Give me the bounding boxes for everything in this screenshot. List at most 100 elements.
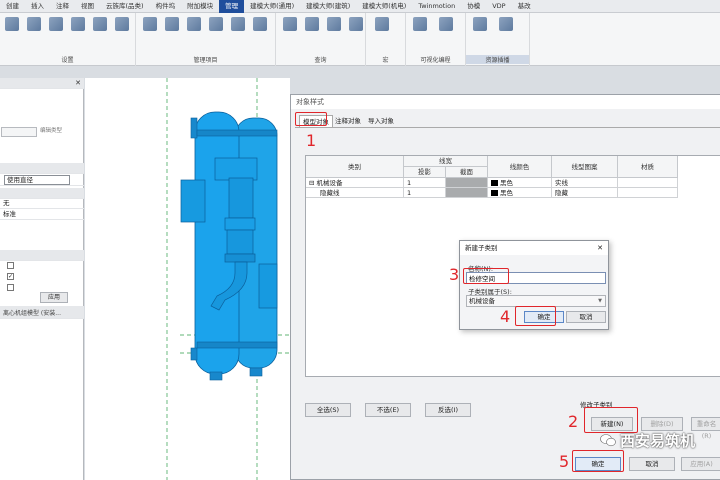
collapse-icon[interactable]: ⊟ [309,179,314,187]
tool-icon [27,17,41,31]
projection-cell[interactable]: 1 [404,188,446,198]
line-pattern-cell[interactable]: 实线 [552,178,618,188]
line-color-cell[interactable]: 黑色 [488,178,552,188]
ribbon-tab[interactable]: 构件坞 [150,0,182,13]
properties-section-header [0,250,84,261]
apply-button[interactable]: 应用(A) [681,457,720,471]
line-pattern-cell[interactable]: 隐藏 [552,188,618,198]
property-value-field[interactable]: 使用直径 [4,175,70,185]
property-checkbox[interactable] [7,284,14,291]
edit-type-button[interactable]: 编辑类型 [40,126,62,137]
select-none-button[interactable]: 不选(E) [365,403,411,417]
property-value: 标准 [3,210,16,218]
annotation-box-ok-button [572,450,624,472]
tool-icon [115,17,129,31]
ribbon-tool-button[interactable] [112,17,132,47]
invert-selection-button[interactable]: 反选(I) [425,403,471,417]
tool-icon [375,17,389,31]
ribbon-tool-button[interactable] [206,17,226,47]
ribbon-tab[interactable]: 协模 [461,0,486,13]
line-color-cell[interactable]: 黑色 [488,188,552,198]
ribbon-tab-bar: 创建 插入 注释 视图 云族库(品类) 构件坞 附加模块 管理 建模大师(通用) 建模大师(建筑)… [0,0,720,13]
step-label-2: 2 [568,412,579,431]
ribbon-tool-button[interactable] [24,17,44,47]
property-row: 标准 [0,209,84,220]
project-browser-title: 离心机组模型 (安装... [0,308,84,319]
ribbon-tab[interactable]: 管理 [219,0,245,13]
select-all-button[interactable]: 全选(S) [305,403,351,417]
property-checkbox[interactable] [7,262,14,269]
rename-subcategory-button[interactable]: 重命名(R) [691,417,720,440]
ribbon-tool-button[interactable] [496,17,516,47]
tool-icon [5,17,19,31]
tool-icon [499,17,513,31]
ribbon-group-label: 宏 [382,57,389,64]
ribbon-tool-button[interactable] [372,17,392,47]
apply-properties-button[interactable]: 应用 [40,292,68,303]
material-cell[interactable] [618,188,678,198]
ribbon-tab[interactable]: Twinmotion [412,0,461,13]
ribbon-tool-button[interactable] [162,17,182,47]
ribbon-tab[interactable]: 附加模块 [181,0,219,13]
ribbon-tool-button[interactable] [140,17,160,47]
tab-imported-objects[interactable]: 导入对象 [365,115,397,127]
ribbon-tab[interactable]: 建模大师(通用) [244,0,300,13]
tab-annotation-objects[interactable]: 注释对象 [332,115,364,127]
tool-icon [187,17,201,31]
ribbon-tool-button[interactable] [90,17,110,47]
sub-cancel-button[interactable]: 取消 [566,311,606,323]
ribbon-tool-button[interactable] [346,17,366,47]
ribbon-tool-button[interactable] [436,17,456,47]
type-selector[interactable] [1,127,37,137]
annotation-box-name-input [463,268,509,284]
ribbon-tool-button[interactable] [228,17,248,47]
tool-icon [349,17,363,31]
drawing-canvas[interactable] [85,78,290,480]
ribbon-tool-button[interactable] [2,17,22,47]
ribbon-tool-button[interactable] [280,17,300,47]
tool-icon [439,17,453,31]
dialog-title: 对象样式 [291,95,720,109]
column-header-category[interactable]: 类别 [306,156,404,178]
ribbon-tool-button[interactable] [324,17,344,47]
ribbon-tool-button[interactable] [68,17,88,47]
ribbon-group-label: 管理项目 [193,57,218,64]
equipment-model [166,78,290,480]
ribbon-tab[interactable]: 建模大师(建筑) [300,0,356,13]
ribbon-tool-button[interactable] [470,17,490,47]
material-cell[interactable] [618,178,678,188]
table-row-subcategory-cell[interactable]: 隐藏线 [306,188,404,198]
ribbon-tab[interactable]: 基改 [512,0,537,13]
column-header-cut: 截面 [446,167,488,178]
ribbon-tab[interactable]: VDP [486,0,511,13]
table-row-category-cell[interactable]: ⊟ 机械设备 [306,178,404,188]
projection-cell[interactable]: 1 [404,178,446,188]
ribbon-tab[interactable]: 创建 [0,0,25,13]
ribbon-tab[interactable]: 视图 [75,0,100,13]
cancel-button[interactable]: 取消 [629,457,675,471]
ribbon-group-label: 可视化编程 [420,57,451,64]
property-checkbox[interactable]: ✓ [7,273,14,280]
ribbon-tool-button[interactable] [250,17,270,47]
step-label-4: 4 [500,307,511,326]
ribbon-tool-button[interactable] [302,17,322,47]
type-selector-row: 编辑类型 [0,126,84,139]
column-header-line-weight: 线宽 [404,156,488,167]
close-icon[interactable]: ✕ [75,78,81,89]
ribbon-tab[interactable]: 插入 [25,0,50,13]
ribbon-tab[interactable]: 建模大师(机电) [356,0,412,13]
ribbon-tab[interactable]: 注释 [50,0,75,13]
properties-panel: ✕ 编辑类型 使用直径 无 标准 ✓ 应用 离心机组模型 (安装... [0,78,84,480]
ribbon-tool-button[interactable] [184,17,204,47]
ribbon-tool-button[interactable] [46,17,66,47]
cut-cell [446,178,488,188]
ribbon-group-label: 查询 [314,57,327,64]
project-browser-title-text: 离心机组模型 (安装... [3,310,61,317]
tool-icon [473,17,487,31]
close-icon[interactable]: ✕ [597,241,603,255]
column-header-projection: 投影 [404,167,446,178]
ribbon-tool-button[interactable] [410,17,430,47]
tool-icon [165,17,179,31]
ribbon-tab[interactable]: 云族库(品类) [100,0,150,13]
watermark-text: 西安易筑机 [620,431,696,450]
